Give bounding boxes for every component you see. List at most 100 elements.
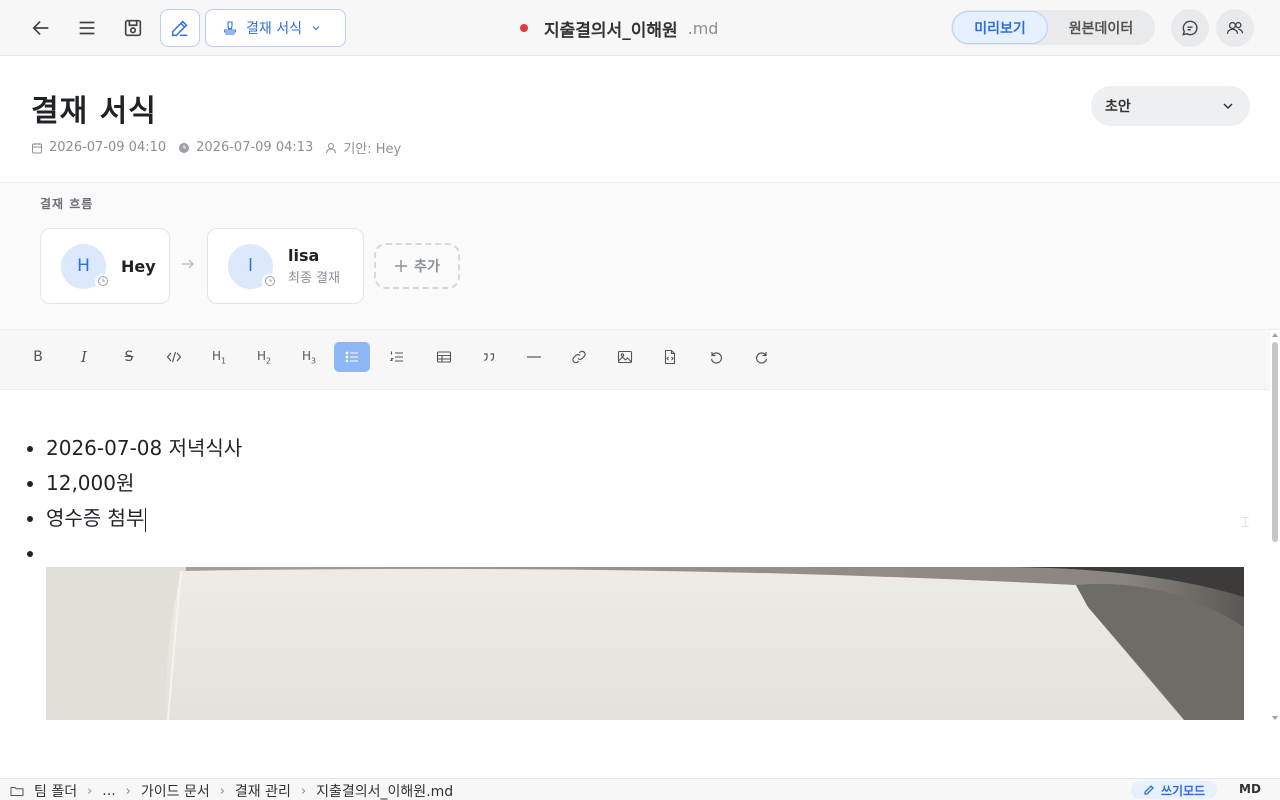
save-icon[interactable] bbox=[114, 9, 152, 47]
list-item[interactable]: 영수증 첨부 bbox=[46, 503, 242, 538]
ordered-list-button[interactable] bbox=[379, 342, 415, 372]
plus-icon bbox=[395, 260, 408, 272]
back-arrow-icon[interactable] bbox=[22, 9, 60, 47]
stamp-icon bbox=[224, 21, 236, 35]
heading-2-icon: H2 bbox=[256, 348, 272, 366]
calendar-icon bbox=[32, 142, 42, 153]
receipt-photo bbox=[46, 567, 1244, 720]
approver-card[interactable]: l lisa 최종 결재 bbox=[207, 228, 364, 304]
status-select[interactable]: 초안 bbox=[1091, 86, 1250, 126]
bullet-list-button[interactable] bbox=[334, 342, 370, 372]
image-icon bbox=[617, 350, 633, 364]
preview-tab[interactable]: 미리보기 bbox=[952, 11, 1048, 44]
breadcrumb-item[interactable]: 가이드 문서 bbox=[141, 781, 210, 800]
add-approver-label: 추가 bbox=[414, 259, 440, 275]
heading-2-button[interactable]: H2 bbox=[246, 342, 282, 372]
bullet-list: 2026-07-08 저녁식사 12,000원 영수증 첨부 bbox=[46, 433, 242, 573]
document-meta: 2026-07-09 04:10 2026-07-09 04:13 기안: He… bbox=[31, 138, 413, 157]
chevron-down-icon bbox=[1223, 103, 1233, 110]
file-button[interactable] bbox=[652, 342, 688, 372]
redo-icon bbox=[756, 352, 768, 364]
list-item-text: 영수증 첨부 bbox=[46, 506, 145, 530]
comment-button[interactable] bbox=[1171, 9, 1209, 47]
write-mode-label: 쓰기모드 bbox=[1161, 783, 1206, 798]
bullet-list-icon bbox=[345, 351, 358, 363]
avatar-initial: H bbox=[77, 256, 90, 276]
link-icon bbox=[572, 350, 586, 364]
collaborators-button[interactable] bbox=[1216, 9, 1254, 47]
table-button[interactable] bbox=[426, 342, 462, 372]
scroll-down-arrow[interactable] bbox=[1272, 716, 1278, 720]
add-approver-button[interactable]: 추가 bbox=[374, 243, 460, 289]
modified-date: 2026-07-09 04:13 bbox=[178, 140, 313, 155]
status-bar: 팀 폴더 › ... › 가이드 문서 › 결재 관리 › 지출결의서_이해원.… bbox=[0, 778, 1280, 800]
quote-icon bbox=[484, 353, 495, 362]
quote-button[interactable] bbox=[471, 342, 507, 372]
pencil-icon bbox=[1144, 785, 1154, 795]
drafter-value: 기안: Hey bbox=[343, 142, 402, 157]
status-value: 초안 bbox=[1105, 99, 1131, 115]
menu-icon[interactable] bbox=[68, 9, 106, 47]
approver-name: Hey bbox=[121, 256, 156, 276]
redo-button[interactable] bbox=[744, 342, 780, 372]
breadcrumb: 팀 폴더 › ... › 가이드 문서 › 결재 관리 › 지출결의서_이해원.… bbox=[10, 781, 453, 800]
users-icon bbox=[1226, 21, 1244, 34]
pending-clock-icon bbox=[95, 273, 110, 289]
list-item-text: 2026-07-08 저녁식사 bbox=[46, 436, 243, 460]
approver-role: 최종 결재 bbox=[288, 271, 340, 286]
arrow-right-icon bbox=[182, 259, 194, 269]
breadcrumb-separator: › bbox=[219, 783, 225, 799]
vertical-scrollbar[interactable] bbox=[1270, 330, 1280, 722]
text-cursor-indicator: ⌶ bbox=[1241, 515, 1250, 531]
horizontal-rule-button[interactable] bbox=[516, 342, 552, 372]
avatar-initial: l bbox=[248, 256, 253, 276]
undo-button[interactable] bbox=[698, 342, 734, 372]
editor-content[interactable]: 2026-07-08 저녁식사 12,000원 영수증 첨부 bbox=[0, 391, 1270, 778]
format-toolbar: B I S H1 H2 H3 bbox=[0, 330, 1270, 390]
italic-icon: I bbox=[81, 348, 87, 366]
code-icon bbox=[166, 351, 182, 363]
raw-data-tab[interactable]: 원본데이터 bbox=[1048, 11, 1154, 44]
document-extension: .md bbox=[687, 18, 719, 38]
heading-1-button[interactable]: H1 bbox=[201, 342, 237, 372]
italic-button[interactable]: I bbox=[66, 342, 102, 372]
image-button[interactable] bbox=[607, 342, 643, 372]
template-dropdown[interactable]: 결재 서식 bbox=[205, 9, 346, 47]
approver-card[interactable]: H Hey bbox=[40, 228, 170, 304]
strikethrough-button[interactable]: S bbox=[111, 342, 147, 372]
document-name: 지출결의서_이해원 bbox=[544, 20, 678, 41]
bold-button[interactable]: B bbox=[20, 342, 56, 372]
strikethrough-icon: S bbox=[124, 349, 134, 365]
template-label: 결재 서식 bbox=[246, 21, 302, 37]
modified-date-value: 2026-07-09 04:13 bbox=[196, 140, 314, 155]
comment-icon bbox=[1182, 20, 1198, 36]
list-item-text: 12,000원 bbox=[46, 471, 135, 495]
write-mode-badge[interactable]: 쓰기모드 bbox=[1131, 781, 1218, 799]
link-button[interactable] bbox=[561, 342, 597, 372]
pending-clock-icon bbox=[262, 273, 277, 289]
heading-3-button[interactable]: H3 bbox=[291, 342, 327, 372]
breadcrumb-item[interactable]: 팀 폴더 bbox=[34, 781, 77, 800]
list-item[interactable]: 12,000원 bbox=[46, 468, 242, 503]
clock-icon bbox=[179, 142, 190, 153]
created-date-value: 2026-07-09 04:10 bbox=[49, 140, 167, 155]
approval-flow-label: 결재 흐름 bbox=[40, 197, 94, 211]
approval-flow: 결재 흐름 H Hey l lisa 최종 결재 추가 bbox=[0, 182, 1280, 330]
breadcrumb-item[interactable]: 결재 관리 bbox=[235, 781, 291, 800]
code-button[interactable] bbox=[156, 342, 192, 372]
scrollbar-thumb[interactable] bbox=[1272, 342, 1278, 542]
scroll-up-arrow[interactable] bbox=[1272, 333, 1278, 337]
document-title: 지출결의서_이해원 .md bbox=[520, 16, 719, 41]
created-date: 2026-07-09 04:10 bbox=[31, 140, 166, 155]
top-toolbar: 결재 서식 지출결의서_이해원 .md 미리보기 원본데이터 bbox=[0, 0, 1280, 56]
list-item[interactable]: 2026-07-08 저녁식사 bbox=[46, 433, 242, 468]
ordered-list-icon bbox=[389, 351, 403, 362]
horizontal-rule-icon bbox=[527, 356, 541, 358]
receipt-image[interactable] bbox=[46, 567, 1244, 720]
breadcrumb-separator: › bbox=[300, 783, 307, 799]
edit-button[interactable] bbox=[160, 9, 200, 47]
breadcrumb-item[interactable]: 지출결의서_이해원.md bbox=[316, 781, 453, 800]
breadcrumb-item[interactable]: ... bbox=[102, 783, 115, 799]
file-format-label[interactable]: MD bbox=[1239, 782, 1261, 796]
breadcrumb-separator: › bbox=[125, 783, 131, 799]
